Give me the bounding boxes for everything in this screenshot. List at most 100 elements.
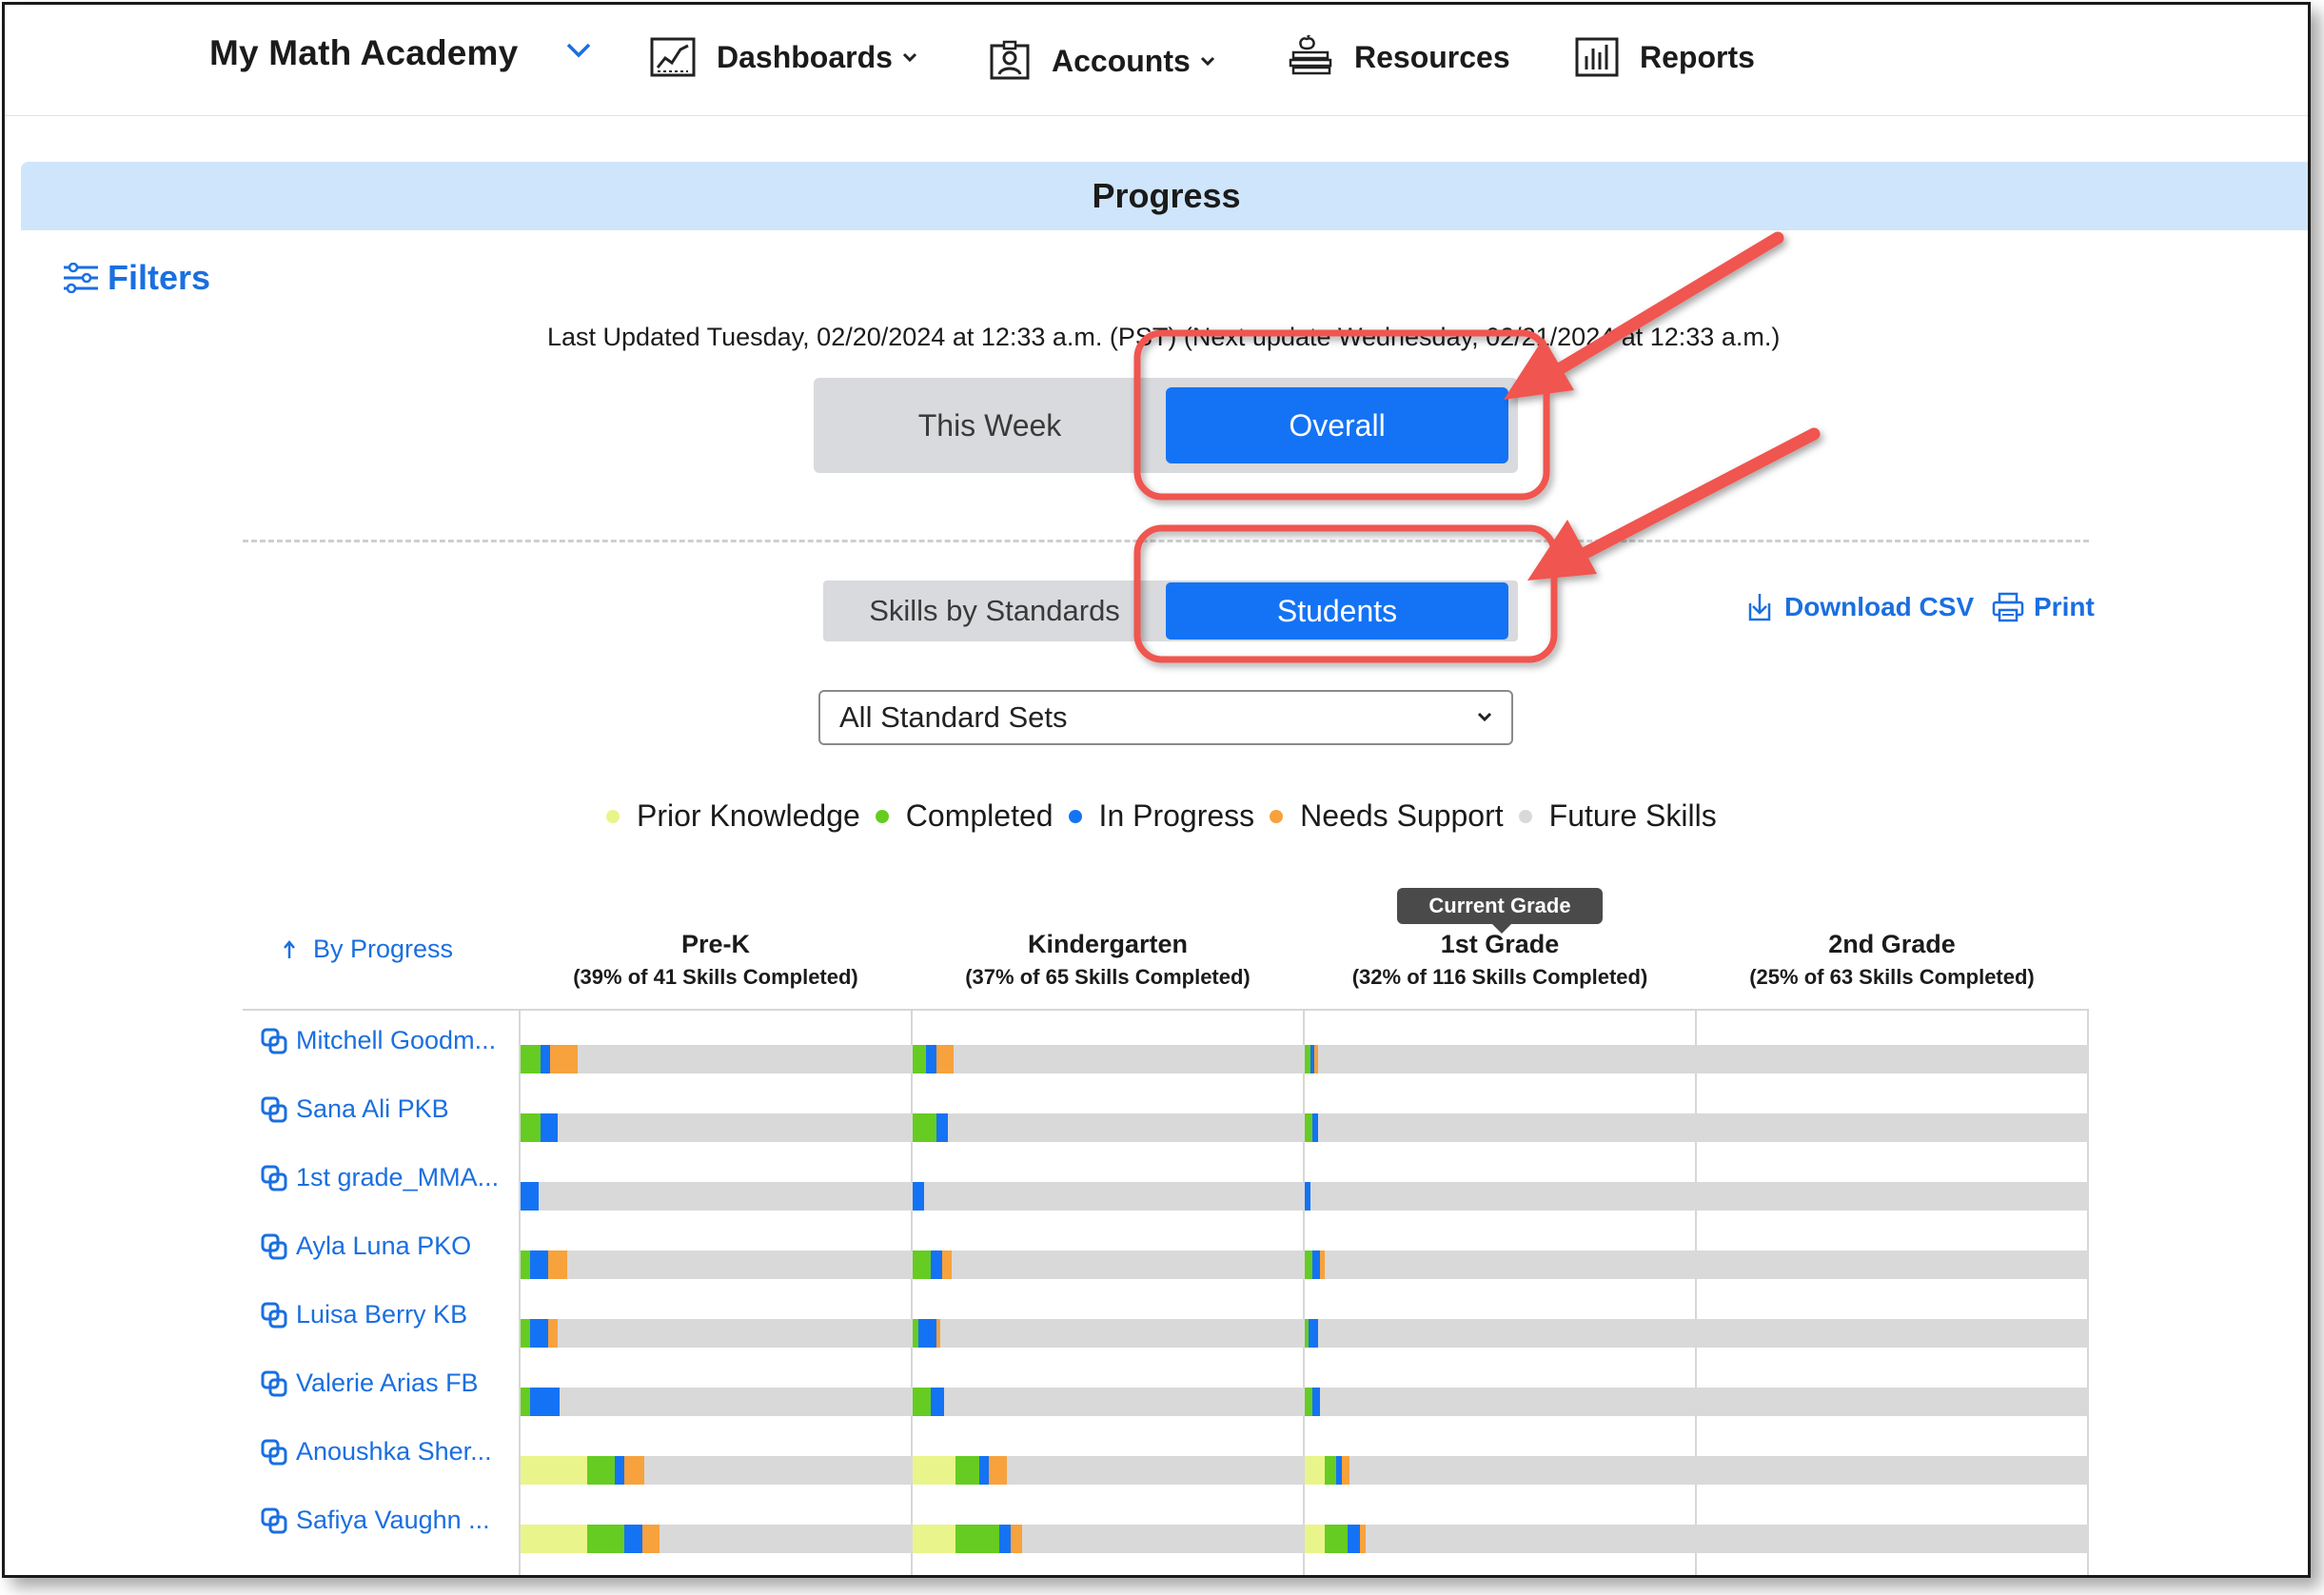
nav-reports[interactable]: Reports xyxy=(1575,33,1755,81)
print-label: Print xyxy=(2034,592,2095,621)
progress-bar[interactable] xyxy=(521,1250,913,1279)
standard-set-value: All Standard Sets xyxy=(839,700,1068,734)
progress-segment xyxy=(1314,1045,1319,1073)
legend-label: In Progress xyxy=(1098,798,1255,833)
progress-segment xyxy=(926,1045,936,1073)
progress-bar[interactable] xyxy=(913,1250,1305,1279)
standard-set-select[interactable]: All Standard Sets xyxy=(818,690,1513,745)
top-nav: My Math Academy Dashboards Accounts Reso… xyxy=(5,5,2308,116)
resources-icon xyxy=(1289,35,1332,75)
progress-segment xyxy=(547,1250,568,1279)
progress-segment xyxy=(936,1113,949,1142)
progress-segment xyxy=(540,1113,559,1142)
progress-bar[interactable] xyxy=(521,1456,913,1485)
progress-bar[interactable] xyxy=(1305,1319,1697,1348)
progress-segment xyxy=(936,1045,955,1073)
progress-segment xyxy=(521,1525,588,1553)
progress-segment xyxy=(1359,1525,1366,1553)
progress-bar[interactable] xyxy=(1697,1388,2089,1416)
student-link[interactable]: Ayla Luna PKO xyxy=(260,1231,471,1261)
progress-bar[interactable] xyxy=(521,1045,913,1073)
progress-segment xyxy=(1305,1525,1325,1553)
nav-resources[interactable]: Resources xyxy=(1288,33,1510,81)
overall-option[interactable]: Overall xyxy=(1166,387,1508,463)
grade-summary: (25% of 63 Skills Completed) xyxy=(1749,965,2035,989)
legend-item: Completed xyxy=(875,798,1054,834)
progress-bar[interactable] xyxy=(1697,1113,2089,1142)
student-link[interactable]: 1st grade_MMA... xyxy=(260,1163,499,1192)
progress-segment xyxy=(913,1250,931,1279)
progress-bar[interactable] xyxy=(1305,1182,1697,1211)
student-link[interactable]: Valerie Arias FB xyxy=(260,1369,479,1398)
grade-summary: (32% of 116 Skills Completed) xyxy=(1351,965,1648,989)
skills-by-standards-option[interactable]: Skills by Standards xyxy=(823,581,1166,641)
print-link[interactable]: Print xyxy=(1992,592,2095,622)
progress-bar[interactable] xyxy=(1697,1045,2089,1073)
students-option[interactable]: Students xyxy=(1166,582,1508,640)
progress-bar[interactable] xyxy=(521,1113,913,1142)
link-copy-icon xyxy=(261,1439,287,1465)
progress-bar[interactable] xyxy=(1697,1525,2089,1553)
progress-bar[interactable] xyxy=(1697,1250,2089,1279)
progress-bar[interactable] xyxy=(1697,1319,2089,1348)
caret-down-icon xyxy=(1200,56,1214,67)
grade-column-header: Kindergarten (37% of 65 Skills Completed) xyxy=(913,930,1303,990)
progress-bar[interactable] xyxy=(913,1182,1305,1211)
link-copy-icon xyxy=(261,1028,287,1053)
progress-bar[interactable] xyxy=(1697,1456,2089,1485)
nav-accounts[interactable]: Accounts xyxy=(989,37,1215,85)
progress-bar[interactable] xyxy=(1305,1525,1697,1553)
progress-segment xyxy=(913,1388,931,1416)
progress-bar[interactable] xyxy=(913,1319,1305,1348)
progress-bar[interactable] xyxy=(1697,1182,2089,1211)
progress-segment xyxy=(955,1456,980,1485)
column-divider xyxy=(1303,1009,1305,1575)
chevron-down-icon[interactable] xyxy=(566,41,591,60)
brand-name[interactable]: My Math Academy xyxy=(209,33,518,73)
legend-dot xyxy=(1068,809,1082,823)
student-name: 1st grade_MMA... xyxy=(296,1163,500,1191)
progress-bar[interactable] xyxy=(1305,1456,1697,1485)
progress-bar[interactable] xyxy=(1305,1045,1697,1073)
progress-bar[interactable] xyxy=(913,1388,1305,1416)
legend-dot xyxy=(606,809,620,823)
progress-bar[interactable] xyxy=(1305,1250,1697,1279)
progress-segment xyxy=(1305,1182,1311,1211)
student-link[interactable]: Luisa Berry KB xyxy=(260,1300,467,1329)
student-link[interactable]: Mitchell Goodm... xyxy=(260,1026,496,1055)
this-week-option[interactable]: This Week xyxy=(814,378,1166,473)
download-csv-link[interactable]: Download CSV xyxy=(1744,592,1974,622)
grade-name: 1st Grade xyxy=(1440,930,1560,958)
progress-segment xyxy=(1309,1319,1319,1348)
progress-segment xyxy=(913,1113,936,1142)
nav-dashboards[interactable]: Dashboards xyxy=(650,33,917,81)
progress-bar[interactable] xyxy=(913,1525,1305,1553)
progress-segment xyxy=(941,1250,953,1279)
progress-bar[interactable] xyxy=(1305,1388,1697,1416)
student-link[interactable]: Safiya Vaughn ... xyxy=(260,1506,490,1535)
progress-bar[interactable] xyxy=(521,1525,913,1553)
progress-bar[interactable] xyxy=(521,1319,913,1348)
printer-icon xyxy=(1992,592,2024,622)
progress-bar[interactable] xyxy=(913,1045,1305,1073)
progress-bar[interactable] xyxy=(521,1388,913,1416)
progress-segment xyxy=(930,1250,942,1279)
legend-label: Prior Knowledge xyxy=(637,798,860,833)
student-link[interactable]: Sana Ali PKB xyxy=(260,1094,449,1124)
progress-bar[interactable] xyxy=(913,1113,1305,1142)
progress-bar[interactable] xyxy=(521,1182,913,1211)
progress-legend: Prior Knowledge Completed In Progress Needs… xyxy=(606,798,1732,834)
progress-segment xyxy=(540,1045,550,1073)
grade-column-header: 2nd Grade (25% of 63 Skills Completed) xyxy=(1697,930,2087,990)
progress-segment xyxy=(521,1388,531,1416)
grade-column-header: 1st Grade (32% of 116 Skills Completed) xyxy=(1305,930,1695,990)
progress-bar[interactable] xyxy=(1305,1113,1697,1142)
legend-item: Prior Knowledge xyxy=(606,798,860,834)
grade-summary: (37% of 65 Skills Completed) xyxy=(965,965,1251,989)
progress-bar[interactable] xyxy=(913,1456,1305,1485)
student-link[interactable]: Anoushka Sher... xyxy=(260,1437,492,1467)
progress-segment xyxy=(530,1250,548,1279)
filters-button[interactable]: Filters xyxy=(62,258,210,298)
sort-by-progress[interactable]: By Progress xyxy=(283,935,453,964)
app-window: My Math Academy Dashboards Accounts Reso… xyxy=(2,2,2311,1578)
